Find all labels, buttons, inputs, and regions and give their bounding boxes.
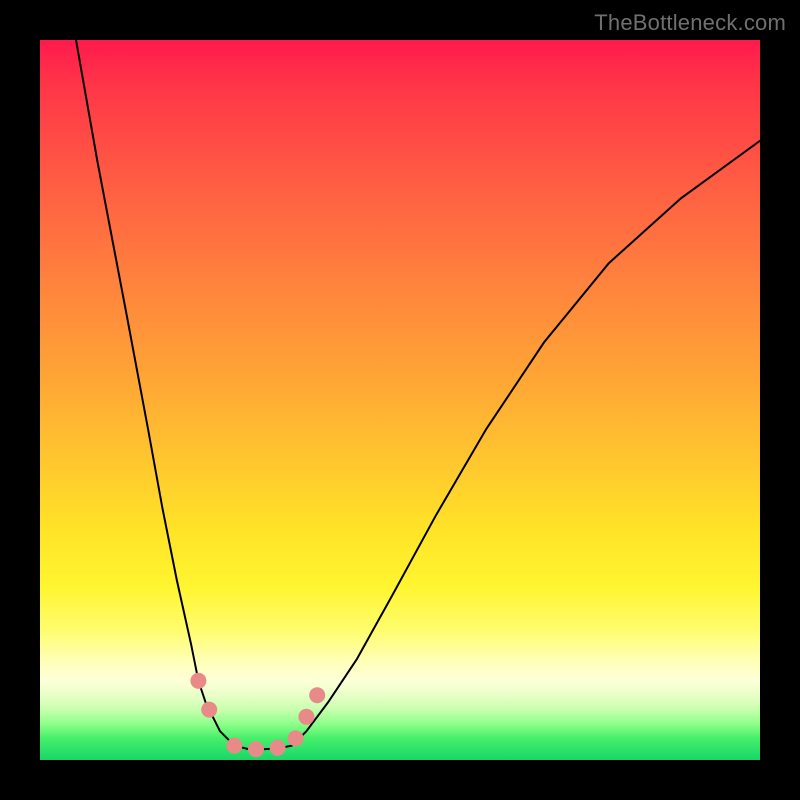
chart-frame: TheBottleneck.com bbox=[0, 0, 800, 800]
watermark-text: TheBottleneck.com bbox=[594, 10, 786, 36]
data-marker bbox=[288, 730, 304, 746]
data-marker bbox=[298, 709, 314, 725]
data-marker bbox=[190, 673, 206, 689]
curve-layer bbox=[40, 40, 760, 760]
data-marker bbox=[270, 740, 286, 756]
data-marker bbox=[201, 702, 217, 718]
data-marker bbox=[248, 741, 264, 757]
data-marker bbox=[309, 687, 325, 703]
plot-area bbox=[40, 40, 760, 760]
marker-group bbox=[190, 673, 325, 757]
data-marker bbox=[226, 738, 242, 754]
bottleneck-curve bbox=[76, 40, 760, 749]
